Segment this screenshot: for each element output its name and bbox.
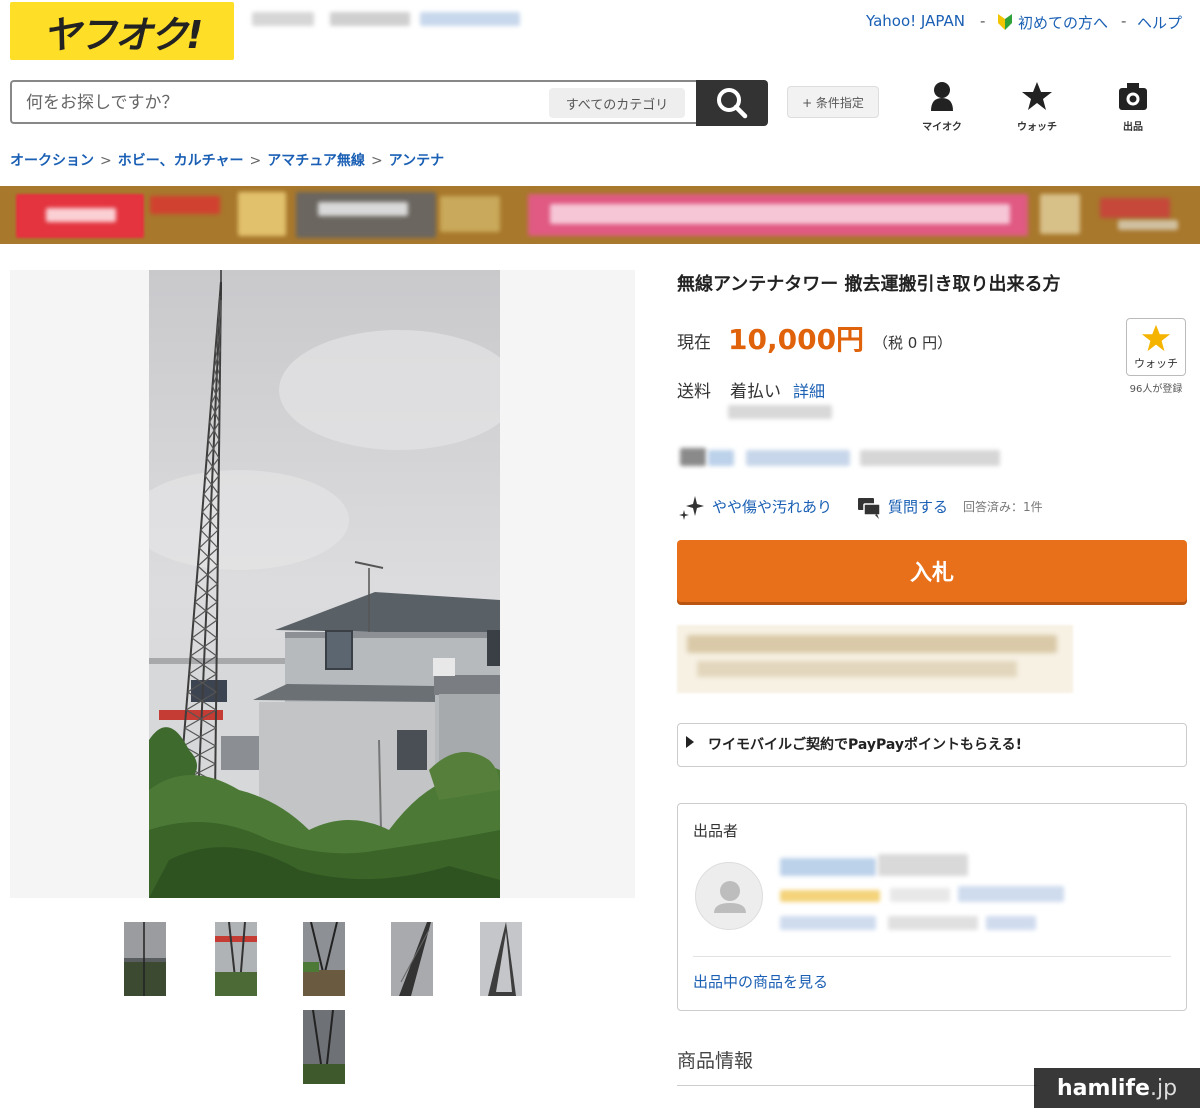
source-watermark: hamlife .jp [1034, 1068, 1200, 1108]
seller-items-link[interactable]: 出品中の商品を見る [693, 971, 828, 992]
blurred-seller-info [986, 916, 1036, 930]
watch-label: ウォッチ [1017, 122, 1057, 133]
blurred-seller-info [780, 916, 876, 930]
blurred-item-meta [746, 450, 850, 466]
blurred-shipping-info [728, 405, 832, 419]
divider [693, 956, 1171, 957]
blurred-seller-name [878, 854, 968, 876]
yahuoku-logo[interactable]: ヤフオク! [10, 2, 234, 60]
breadcrumb: オークション > ホビー、カルチャー > アマチュア無線 > アンテナ [10, 150, 444, 170]
price-label: 現在 [677, 333, 711, 353]
beginners-link[interactable]: 初めての方へ [1018, 12, 1108, 33]
breadcrumb-item[interactable]: アマチュア無線 [267, 153, 365, 169]
thumbnail[interactable] [215, 921, 257, 997]
answered-count: 回答済み：1件 [963, 500, 1043, 514]
blurred-item-meta [708, 450, 734, 466]
thumbnail[interactable] [303, 921, 345, 996]
blurred-seller-rating [890, 888, 950, 902]
sell-button[interactable]: 出品 [1103, 80, 1163, 133]
watermark-suffix: .jp [1149, 1075, 1178, 1101]
main-item-photo[interactable] [129, 270, 519, 898]
ad-banner[interactable] [0, 186, 1200, 244]
breadcrumb-separator: > [370, 153, 383, 169]
star-icon [1022, 82, 1052, 110]
breadcrumb-separator: > [100, 153, 112, 169]
breadcrumb-item[interactable]: アンテナ [389, 153, 444, 169]
shipping-detail-link[interactable]: 詳細 [793, 378, 825, 402]
breadcrumb-separator: > [249, 153, 262, 169]
ask-question-link[interactable]: 質問する [888, 496, 948, 517]
blurred-promo-banner[interactable] [677, 625, 1073, 693]
thumbnail[interactable] [391, 922, 433, 996]
search-button[interactable] [696, 80, 768, 126]
price-tax: （税 0 円） [873, 334, 953, 352]
item-condition[interactable]: やや傷や汚れあり [712, 496, 832, 517]
blurred-user-info [330, 12, 410, 26]
product-info-heading: 商品情報 [677, 1050, 754, 1072]
thumbnail[interactable] [303, 1009, 345, 1084]
blurred-seller-info [888, 916, 978, 930]
header-separator: - [980, 12, 986, 30]
category-select[interactable]: すべてのカテゴリ [549, 88, 685, 118]
blurred-seller-rating [958, 886, 1064, 902]
seller-heading: 出品者 [693, 822, 739, 840]
sell-label: 出品 [1123, 122, 1143, 133]
my-auction-label: マイオク [922, 122, 962, 133]
my-auction-button[interactable]: マイオク [912, 80, 972, 133]
blurred-user-info [420, 12, 520, 26]
thumbnail[interactable] [480, 922, 522, 996]
blurred-user-info [252, 12, 314, 26]
search-bar: すべてのカテゴリ [10, 80, 696, 124]
blurred-item-meta [680, 448, 706, 466]
sparkle-icon [677, 494, 705, 522]
search-icon [717, 88, 748, 119]
shipping-label: 送料 [677, 382, 711, 402]
blurred-seller-rating [780, 890, 880, 902]
seller-avatar[interactable] [695, 862, 763, 930]
watermark-main: hamlife [1056, 1075, 1150, 1101]
breadcrumb-item[interactable]: オークション [10, 153, 94, 169]
promo-text[interactable]: ワイモバイルご契約でPayPayポイントもらえる! [708, 734, 1022, 754]
shipping-value: 着払い [730, 382, 781, 402]
item-title: 無線アンテナタワー 撤去運搬引き取り出来る方 [677, 274, 1061, 295]
blurred-seller-name [780, 858, 876, 876]
help-link[interactable]: ヘルプ [1137, 12, 1182, 33]
watch-button[interactable]: ウォッチ [1126, 318, 1186, 376]
watch-button-label: ウォッチ [1134, 357, 1178, 370]
header-separator: - [1121, 12, 1127, 30]
user-icon [931, 82, 953, 111]
user-icon [714, 881, 746, 913]
watch-count: 96人が登録 [1129, 384, 1183, 395]
star-icon [1141, 324, 1171, 352]
caret-right-icon [686, 736, 694, 748]
blurred-item-meta [860, 450, 1000, 466]
divider [677, 1085, 1037, 1086]
yahoo-japan-link[interactable]: Yahoo! JAPAN [866, 12, 965, 30]
watch-list-button[interactable]: ウォッチ [1007, 80, 1067, 133]
thumbnail[interactable] [124, 922, 166, 996]
search-input[interactable] [24, 90, 528, 116]
beginner-leaf-icon [997, 13, 1013, 35]
breadcrumb-item[interactable]: ホビー、カルチャー [118, 153, 244, 169]
chat-bubble-icon [857, 497, 881, 523]
current-price: 10,000円 [728, 323, 865, 356]
camera-icon [1119, 83, 1147, 110]
condition-button[interactable]: + 条件指定 [787, 86, 879, 118]
bid-button[interactable]: 入札 [677, 540, 1187, 602]
